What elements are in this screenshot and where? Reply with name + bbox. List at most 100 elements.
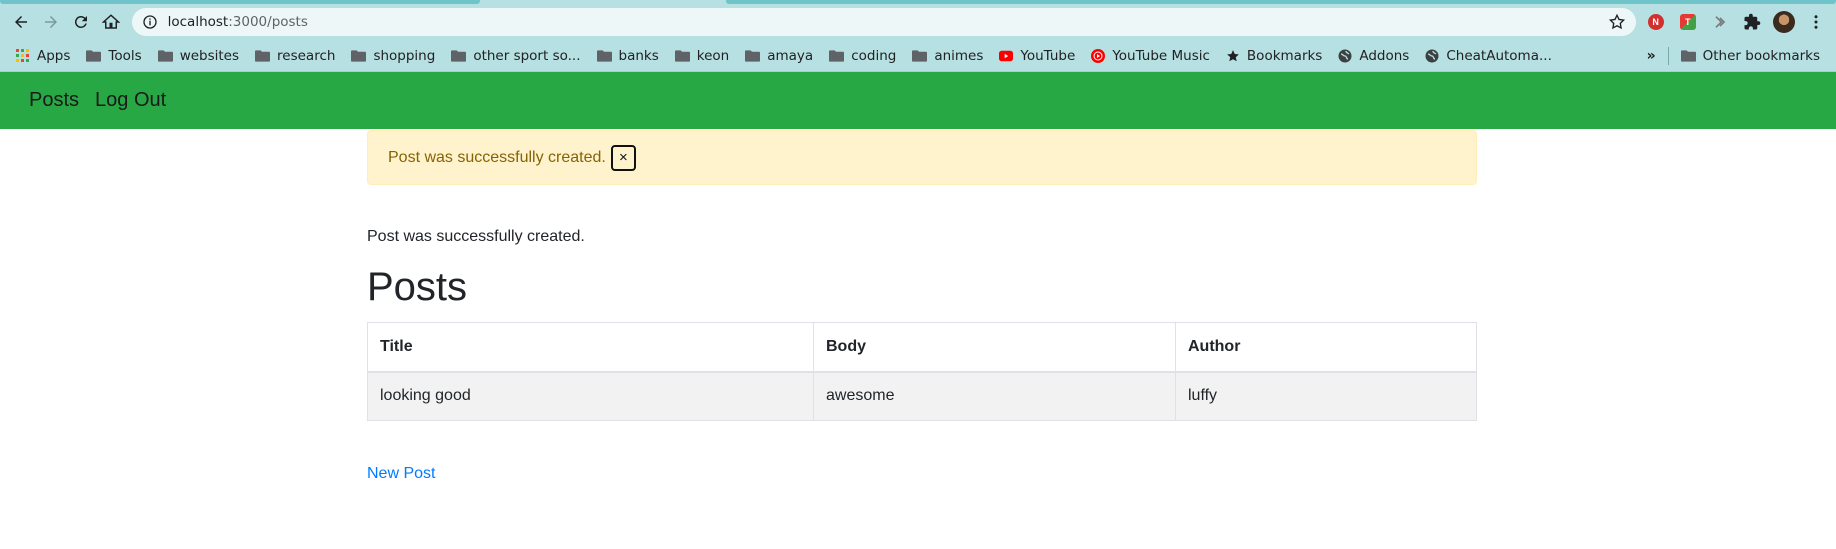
site-navbar: Posts Log Out <box>0 72 1836 129</box>
bookmark-label: Bookmarks <box>1246 47 1323 64</box>
folder-icon <box>829 49 845 62</box>
page-title: Posts <box>367 265 468 309</box>
bookmark-item[interactable]: Tools <box>78 43 149 69</box>
table-header-row: Title Body Author <box>367 322 1477 373</box>
puzzle-icon <box>1744 13 1761 30</box>
reload-button[interactable] <box>68 8 94 36</box>
forward-button[interactable] <box>38 8 64 36</box>
arrow-right-icon <box>44 16 57 28</box>
star-icon <box>1227 49 1239 61</box>
tab-edge-left <box>0 0 480 4</box>
folder-icon <box>596 49 612 62</box>
bookmark-item[interactable]: CheatAutoma... <box>1417 43 1560 69</box>
posts-table: Title Body Author looking good awesome l… <box>367 322 1477 421</box>
info-icon[interactable] <box>142 14 158 30</box>
alert-message: Post was successfully created. <box>388 148 606 166</box>
bookmark-item[interactable]: banks <box>589 43 667 69</box>
bookmark-label: other sport so... <box>473 47 581 64</box>
other-bookmarks-label: Other bookmarks <box>1702 47 1820 64</box>
success-alert: Post was successfully created. × <box>367 130 1477 185</box>
folder-icon <box>451 49 467 62</box>
bookmarks-overflow-button[interactable]: » <box>1639 48 1664 64</box>
url-path: :3000/posts <box>228 14 308 30</box>
bookmark-label: animes <box>934 47 984 64</box>
bookmark-item[interactable]: amaya <box>737 43 821 69</box>
bookmark-item[interactable]: research <box>247 43 343 69</box>
column-header-title: Title <box>367 322 814 373</box>
bookmark-item[interactable]: Apps <box>8 43 78 69</box>
extensions-button[interactable] <box>1740 9 1764 35</box>
bookmark-label: websites <box>179 47 240 64</box>
bookmark-label: coding <box>851 47 897 64</box>
home-icon <box>101 14 120 29</box>
youtube-icon <box>999 50 1014 61</box>
apps-grid-icon <box>16 48 29 62</box>
bookmark-label: Tools <box>108 47 142 64</box>
bookmark-label: keon <box>696 47 730 64</box>
colorful-extension-icon: T <box>1679 14 1696 30</box>
nav-logout-link[interactable]: Log Out <box>95 89 166 112</box>
cell-body: awesome <box>813 371 1176 421</box>
extension-3[interactable] <box>1708 9 1732 35</box>
bookmark-item[interactable]: Bookmarks <box>1218 43 1330 69</box>
back-button[interactable] <box>8 8 34 36</box>
folder-icon <box>1680 49 1696 62</box>
alert-close-button[interactable]: × <box>610 144 636 171</box>
folder-icon <box>86 49 102 62</box>
column-header-author: Author <box>1175 322 1477 373</box>
profile-button[interactable] <box>1772 9 1796 35</box>
avatar <box>1772 11 1795 33</box>
folder-icon <box>157 49 173 62</box>
bookmark-item[interactable]: Addons <box>1330 43 1417 69</box>
bookmark-item[interactable]: coding <box>821 43 904 69</box>
bookmark-label: amaya <box>767 47 814 64</box>
url-text: localhost:3000/posts <box>168 14 308 30</box>
table-row: looking good awesome luffy <box>367 371 1477 421</box>
column-header-body: Body <box>813 322 1176 373</box>
bookmark-label: CheatAutoma... <box>1446 47 1552 64</box>
bookmark-label: banks <box>618 47 659 64</box>
bookmark-label: YouTube <box>1020 47 1076 64</box>
other-bookmarks-folder[interactable]: Other bookmarks <box>1673 43 1828 69</box>
extension-2[interactable]: T <box>1676 9 1700 35</box>
nav-posts-link[interactable]: Posts <box>29 89 79 112</box>
folder-icon <box>351 49 367 62</box>
browser-toolbar: localhost:3000/posts N T <box>0 4 1836 40</box>
home-button[interactable] <box>98 8 124 36</box>
bookmark-item[interactable]: other sport so... <box>443 43 588 69</box>
extension-1[interactable]: N <box>1644 9 1668 35</box>
new-post-link[interactable]: New Post <box>367 465 435 483</box>
bookmark-label: Apps <box>37 47 71 64</box>
bookmarks-bar: Apps Tools websites research shopping other s… <box>0 40 1836 72</box>
tab-strip <box>0 0 1836 4</box>
bookmark-label: YouTube Music <box>1112 47 1210 64</box>
cell-title: looking good <box>367 371 814 421</box>
bookmarks-separator <box>1667 46 1669 65</box>
bookmark-item[interactable]: YouTube <box>991 43 1083 69</box>
folder-icon <box>255 49 271 62</box>
red-extension-icon: N <box>1647 14 1664 30</box>
reload-icon <box>74 15 87 28</box>
main-container: Post was successfully created. × Post wa… <box>367 130 1477 483</box>
address-bar[interactable]: localhost:3000/posts <box>131 8 1636 36</box>
menu-button[interactable] <box>1804 9 1828 35</box>
youtube-music-icon <box>1091 48 1106 63</box>
bookmark-item[interactable]: shopping <box>343 43 443 69</box>
bookmark-label: shopping <box>373 47 436 64</box>
cell-author: luffy <box>1175 371 1477 421</box>
notice-text: Post was successfully created. <box>367 228 585 245</box>
bookmark-label: Addons <box>1359 47 1410 64</box>
folder-icon <box>674 49 690 62</box>
bookmark-item[interactable]: keon <box>667 43 737 69</box>
globe-icon <box>1425 49 1439 62</box>
bookmark-item[interactable]: websites <box>150 43 247 69</box>
bookmark-star-icon[interactable] <box>1608 13 1626 31</box>
kebab-menu-icon <box>1814 15 1818 29</box>
arrow-left-icon <box>14 16 27 28</box>
bookmark-item[interactable]: YouTube Music <box>1083 43 1218 69</box>
tab-edge-right <box>726 0 1836 4</box>
bookmark-item[interactable]: animes <box>904 43 991 69</box>
folder-icon <box>745 49 761 62</box>
bookmark-label: research <box>277 47 336 64</box>
url-host: localhost <box>167 14 229 30</box>
